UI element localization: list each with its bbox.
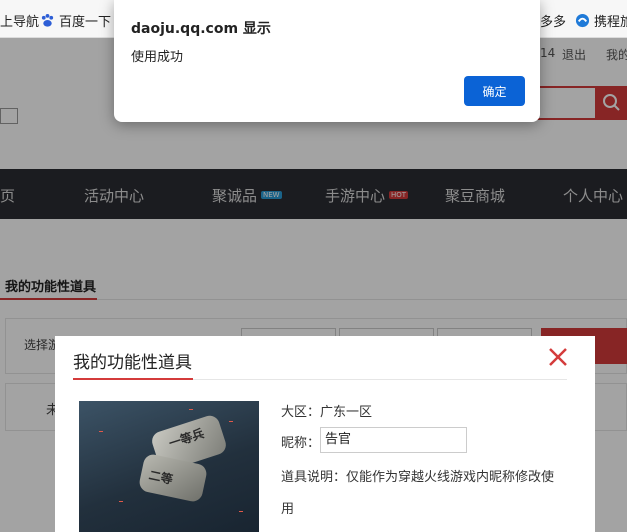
ctrip-icon	[575, 13, 590, 28]
close-button[interactable]	[545, 344, 571, 370]
dog-tag-2-text: 二等	[147, 468, 175, 487]
ember-spark	[99, 431, 103, 432]
alert-title: daoju.qq.com 显示	[131, 21, 271, 37]
modal-title: 我的功能性道具	[73, 353, 192, 373]
bookmark-pdd[interactable]: 多多	[540, 11, 566, 30]
bookmark-nav-label: 上导航	[0, 15, 40, 30]
bookmark-ctrip-label: 携程旅	[594, 15, 627, 30]
ok-button[interactable]: 确定	[464, 76, 525, 106]
ember-spark	[189, 409, 193, 410]
alert-message: 使用成功	[131, 50, 184, 65]
ember-spark	[229, 421, 233, 422]
bookmark-baidu-label: 百度一下	[59, 15, 112, 30]
bookmark-pdd-label: 多多	[540, 15, 567, 30]
item-description-line1: 道具说明：仅能作为穿越火线游戏内昵称修改使	[281, 470, 555, 485]
bookmark-nav[interactable]: 上导航	[0, 11, 39, 30]
ember-spark	[239, 511, 243, 512]
item-description-line2: 用	[281, 502, 295, 517]
bookmark-baidu[interactable]: 百度一下	[40, 11, 111, 30]
baidu-paw-icon	[41, 13, 54, 27]
close-icon	[549, 348, 567, 366]
bookmark-ctrip[interactable]: 携程旅	[575, 11, 627, 30]
nickname-label: 昵称：	[281, 436, 321, 451]
region-value: 广东一区	[320, 405, 373, 420]
dog-tag-1-text: 一等兵	[167, 426, 206, 451]
nickname-field[interactable]: 告官	[320, 427, 467, 453]
region-label: 大区：	[281, 405, 321, 420]
ember-spark	[119, 501, 123, 502]
browser-alert-dialog: daoju.qq.com 显示 使用成功 确定	[114, 0, 540, 122]
item-modal: 我的功能性道具 一等兵 二等 大区：广东一区 昵称： 告官 道具说明：仅能作为穿…	[55, 336, 595, 532]
item-image: 一等兵 二等	[79, 401, 259, 532]
region-row: 大区：广东一区	[281, 401, 372, 420]
modal-title-underline	[73, 378, 193, 380]
